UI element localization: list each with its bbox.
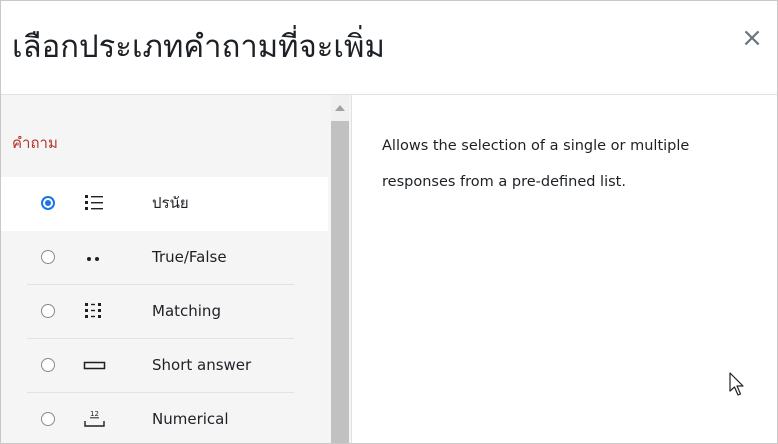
matching-list-icon — [85, 303, 101, 318]
add-question-dialog: เลือกประเภทคำถามที่จะเพิ่ม × คำถาม ปรนัย — [0, 0, 778, 444]
truefalse-dots-icon — [87, 257, 99, 261]
question-type-label: Numerical — [152, 410, 229, 428]
question-type-option-matching[interactable]: Matching — [27, 285, 328, 339]
mouse-cursor-icon — [729, 372, 744, 396]
radio-button[interactable] — [41, 196, 55, 210]
radio-button[interactable] — [41, 358, 55, 372]
question-type-list: คำถาม ปรนัย True/False Matching Short an… — [1, 95, 352, 443]
question-type-label: Matching — [152, 302, 221, 320]
question-type-label: ปรนัย — [152, 194, 189, 212]
dialog-header: เลือกประเภทคำถามที่จะเพิ่ม × — [1, 1, 777, 95]
question-type-option-truefalse[interactable]: True/False — [27, 231, 328, 285]
radio-button[interactable] — [41, 250, 55, 264]
question-type-label: True/False — [152, 248, 227, 266]
radio-button[interactable] — [41, 304, 55, 318]
scroll-up-arrow-icon[interactable] — [335, 105, 345, 111]
section-label-questions: คำถาม — [12, 134, 58, 152]
svg-text:12: 12 — [90, 410, 99, 418]
options-scrollbar[interactable] — [331, 95, 349, 443]
question-type-label: Short answer — [152, 356, 252, 374]
close-icon[interactable]: × — [737, 23, 767, 53]
question-type-option-shortanswer[interactable]: Short answer — [27, 339, 328, 393]
short-answer-box-icon — [83, 361, 106, 370]
question-type-option-multichoice[interactable]: ปรนัย — [1, 177, 328, 231]
numerical-icon: 12 — [84, 410, 105, 427]
scrollbar-thumb[interactable] — [331, 121, 349, 443]
dialog-title: เลือกประเภทคำถามที่จะเพิ่ม — [12, 29, 385, 65]
radio-button[interactable] — [41, 412, 55, 426]
question-type-description: Allows the selection of a single or mult… — [382, 138, 690, 190]
question-type-option-numerical[interactable]: 12 Numerical — [27, 393, 328, 443]
multichoice-list-icon — [85, 195, 103, 210]
